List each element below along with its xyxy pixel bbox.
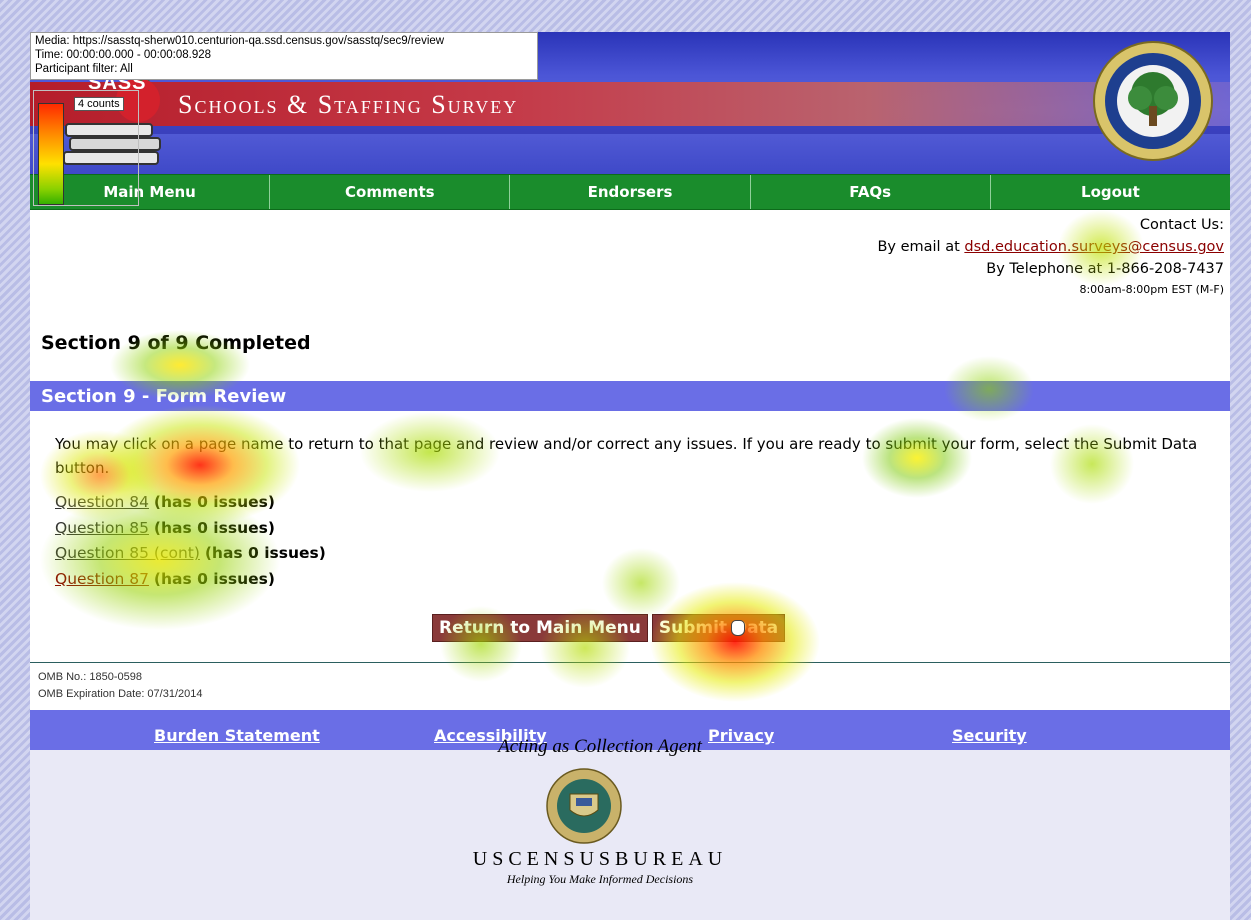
issue-count: (has 0 issues) [153,569,275,588]
omb-expiration: OMB Expiration Date: 07/31/2014 [38,688,203,700]
omb-number: OMB No.: 1850-0598 [38,671,142,683]
header-stripe [30,126,1230,134]
contact-email-line: By email at dsd.education.surveys@census… [877,236,1224,258]
contact-phone: By Telephone at 1-866-208-7437 [986,261,1224,277]
list-item: Question 85 (cont) (has 0 issues) [55,541,326,567]
list-item: Question 84 (has 0 issues) [55,490,326,516]
media-url: Media: https://sasstq-sherw010.centurion… [35,35,445,47]
participant-filter: Participant filter: All [35,63,133,75]
section-status: Section 9 of 9 Completed [41,332,311,354]
nav-logout[interactable]: Logout [991,175,1230,209]
heatmap-color-scale [38,103,64,205]
list-item: Question 85 (has 0 issues) [55,516,326,542]
main-nav: Main Menu Comments Endorsers FAQs Logout [30,174,1230,210]
issue-count: (has 0 issues) [153,518,275,537]
collection-agent-text: Acting as Collection Agent [498,736,702,757]
list-item: Question 87 (has 0 issues) [55,567,326,593]
department-of-education-seal-icon [1093,41,1213,161]
issue-count: (has 0 issues) [204,544,326,562]
question-87-link[interactable]: Question 87 [55,570,149,588]
census-bureau-seal-icon [546,768,622,844]
lower-footer [30,750,1230,920]
site-title: Schools & Staffing Survey [178,90,519,119]
review-instructions: You may click on a page name to return t… [55,435,1198,477]
contact-hours: 8:00am-8:00pm EST (M-F) [1079,283,1224,296]
census-bureau-name: USCENSUSBUREAU [472,848,728,870]
divider [30,662,1230,663]
nav-faqs[interactable]: FAQs [751,175,991,209]
issue-count: (has 0 issues) [153,493,275,511]
question-84-link[interactable]: Question 84 [55,493,149,511]
survey-page: SASS Schools & Staffing Survey Main Menu… [30,32,1230,920]
question-85-link[interactable]: Question 85 [55,519,149,537]
heatmap-info-box: Media: https://sasstq-sherw010.centurion… [30,32,538,80]
time-range: Time: 00:00:00.000 - 00:00:08.928 [35,49,212,61]
contact-info: Contact Us: By email at dsd.education.su… [877,214,1224,300]
section-bar-title: Section 9 - Form Review [30,381,1230,411]
nav-endorsers[interactable]: Endorsers [510,175,751,209]
email-link[interactable]: dsd.education.surveys@census.gov [964,239,1224,255]
return-to-main-menu-button[interactable]: Return to Main Menu [432,614,648,642]
census-bureau-tagline: Helping You Make Informed Decisions [506,872,694,886]
submit-data-button[interactable]: Submit Data [651,614,786,642]
nav-comments[interactable]: Comments [270,175,511,209]
heatmap-count-label: 4 counts [74,97,124,111]
contact-heading: Contact Us: [1139,217,1224,233]
question-85-cont-link[interactable]: Question 85 (cont) [55,544,200,562]
question-list: Question 84 (has 0 issues) Question 85 (… [55,490,326,592]
email-prefix: By email at [877,239,965,255]
omb-info: OMB No.: 1850-0598 OMB Expiration Date: … [38,669,202,703]
mouse-click-icon [731,620,745,636]
heatmap-legend: 4 counts [33,90,139,206]
